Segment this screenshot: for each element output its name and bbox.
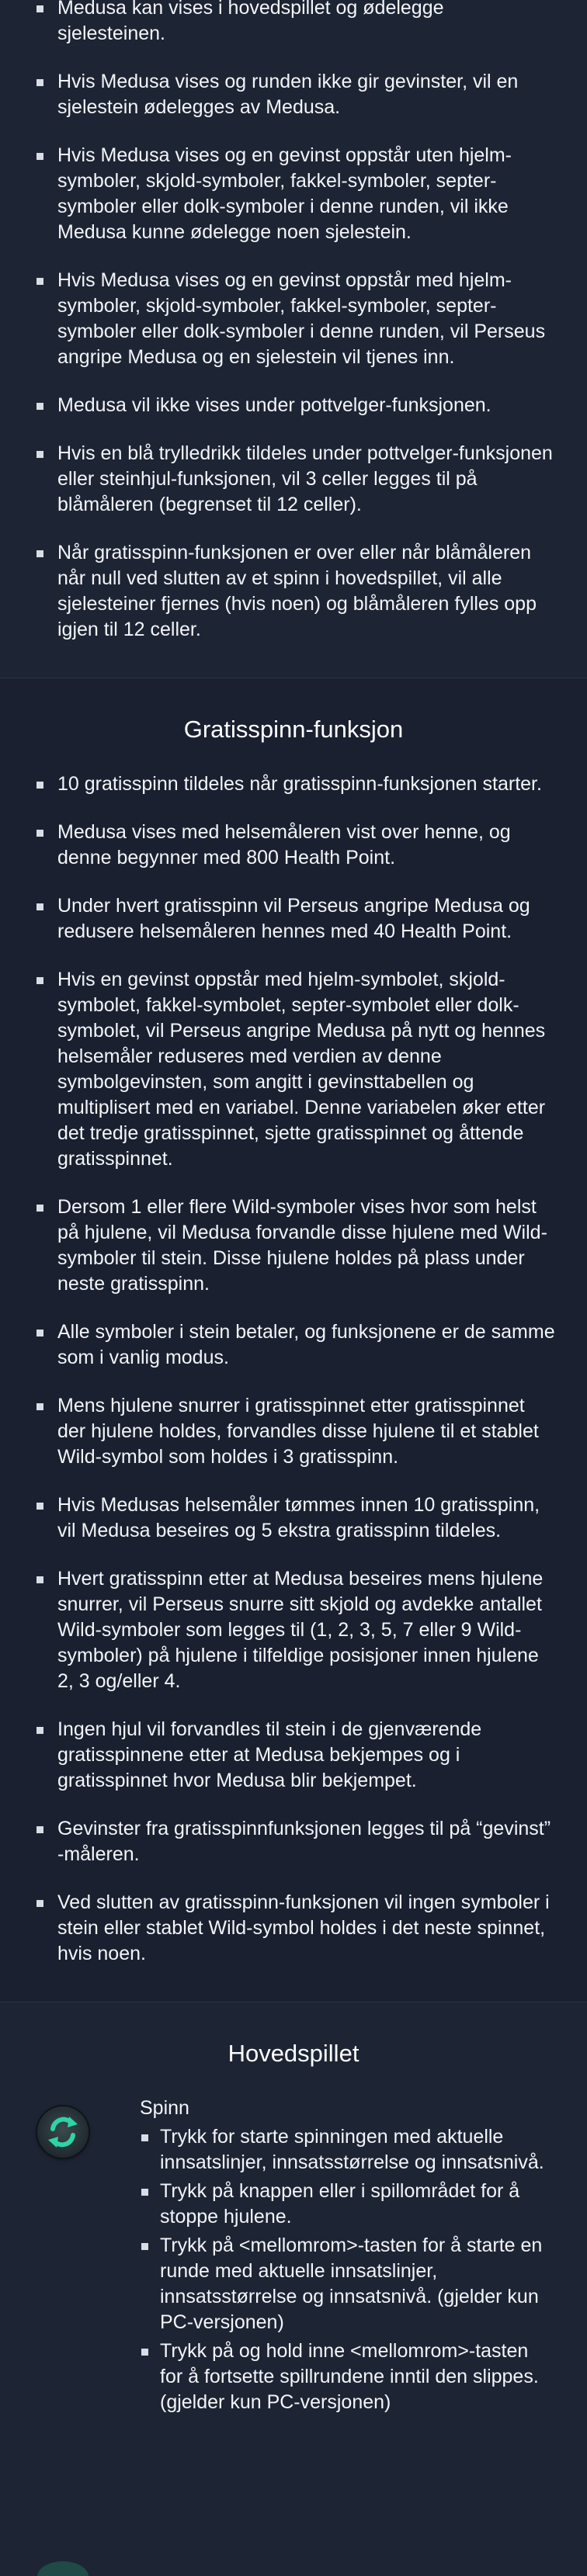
list-item: Hvis Medusas helsemåler tømmes innen 10 …	[34, 1493, 556, 1544]
list-item: Medusa vil ikke vises under pottvelger-f…	[34, 393, 556, 418]
medusa-rules-section: Medusa kan vises i hovedspillet og ødele…	[0, 0, 587, 678]
list-item: Trykk på <mellomrom>-tasten for å starte…	[140, 2233, 556, 2335]
list-item: Trykk på knappen eller i spillområdet fo…	[140, 2179, 556, 2230]
next-control-icon	[37, 2561, 89, 2576]
list-item: Hvis en blå trylledrikk tildeles under p…	[34, 441, 556, 518]
section-title: Hovedspillet	[228, 2040, 359, 2067]
list-item: Når gratisspinn-funksjonen er over eller…	[34, 540, 556, 643]
help-page: Medusa kan vises i hovedspillet og ødele…	[0, 0, 587, 2576]
list-item: 10 gratisspinn tildeles når gratisspinn-…	[34, 771, 556, 797]
list-item: Hvis Medusa vises og en gevinst oppstår …	[34, 268, 556, 370]
spin-icon	[37, 2106, 89, 2158]
medusa-rules-list: Medusa kan vises i hovedspillet og ødele…	[0, 0, 587, 643]
list-item: Hvis Medusa vises og en gevinst oppstår …	[34, 143, 556, 245]
list-item: Trykk for starte spinningen med aktuelle…	[140, 2124, 556, 2176]
section-title: Gratisspinn-funksjon	[183, 716, 404, 743]
list-item: Medusa vises med helsemåleren vist over …	[34, 820, 556, 871]
main-game-section: Hovedspillet Spinn Trykk for starte spin…	[0, 2002, 587, 2415]
list-item: Ved slutten av gratisspinn-funksjonen vi…	[34, 1890, 556, 1967]
control-name: Spinn	[140, 2097, 189, 2119]
list-item: Medusa kan vises i hovedspillet og ødele…	[34, 0, 556, 47]
spin-instructions-list: Trykk for starte spinningen med aktuelle…	[140, 2124, 556, 2415]
free-spins-rules-list: 10 gratisspinn tildeles når gratisspinn-…	[0, 771, 587, 1967]
list-item: Hvis en gevinst oppstår med hjelm-symbol…	[34, 967, 556, 1172]
list-item: Mens hjulene snurrer i gratisspinnet ett…	[34, 1393, 556, 1470]
list-item: Trykk på og hold inne <mellomrom>-tasten…	[140, 2339, 556, 2415]
list-item: Under hvert gratisspinn vil Perseus angr…	[34, 893, 556, 945]
control-row-spin: Spinn Trykk for starte spinningen med ak…	[0, 2096, 587, 2415]
list-item: Hvis Medusa vises og runden ikke gir gev…	[34, 69, 556, 120]
list-item: Gevinster fra gratisspinnfunksjonen legg…	[34, 1816, 556, 1867]
list-item: Ingen hjul vil forvandles til stein i de…	[34, 1717, 556, 1794]
free-spins-section: Gratisspinn-funksjon 10 gratisspinn tild…	[0, 678, 587, 2002]
list-item: Alle symboler i stein betaler, og funksj…	[34, 1319, 556, 1371]
list-item: Dersom 1 eller flere Wild-symboler vises…	[34, 1194, 556, 1297]
list-item: Hvert gratisspinn etter at Medusa beseir…	[34, 1566, 556, 1694]
